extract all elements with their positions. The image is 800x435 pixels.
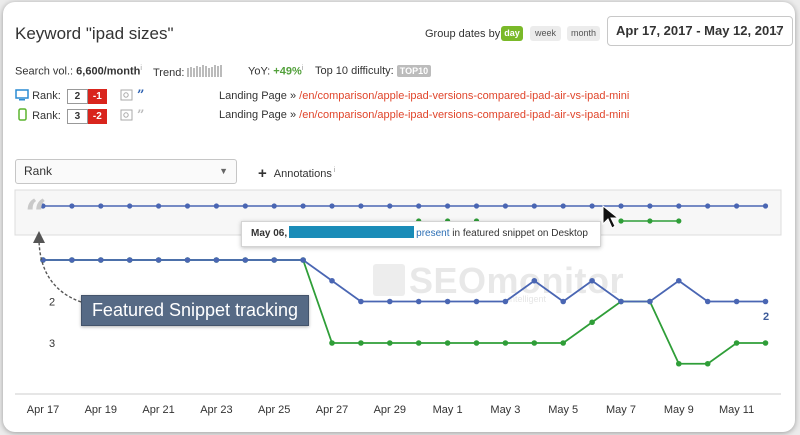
desktop-rank-point — [618, 298, 624, 305]
desktop-rank-point — [647, 298, 653, 305]
desktop-snippet-point — [705, 203, 711, 209]
mobile-rank-point — [531, 340, 538, 346]
desktop-snippet-point — [589, 203, 595, 209]
x-tick-label: May 11 — [719, 404, 754, 416]
desktop-rank-point — [473, 298, 480, 305]
keyword-panel: Keyword "ipad sizes" Group dates by: day… — [3, 2, 795, 432]
desktop-rank-point — [126, 257, 133, 263]
mobile-rank-point — [329, 340, 335, 346]
x-tick-label: Apr 19 — [85, 404, 117, 416]
desktop-snippet-point — [647, 203, 653, 209]
mobile-rank-point — [415, 340, 422, 346]
redacted-domain — [289, 226, 415, 238]
x-tick-label: Apr 23 — [200, 404, 232, 416]
x-tick-label: May 9 — [664, 404, 694, 416]
desktop-rank-point — [213, 257, 220, 263]
desktop-rank-point — [155, 257, 162, 263]
mobile-rank-point — [676, 360, 682, 367]
desktop-rank-point — [271, 257, 278, 263]
desktop-rank-point — [329, 277, 335, 284]
mobile-rank-point — [473, 340, 480, 346]
desktop-rank-point — [444, 298, 451, 305]
y-tick-label: 2 — [49, 297, 55, 309]
desktop-snippet-point — [358, 203, 364, 209]
desktop-snippet-point — [329, 203, 335, 209]
desktop-rank-point — [69, 257, 75, 263]
desktop-rank-point — [358, 298, 364, 305]
desktop-snippet-point — [156, 203, 162, 209]
desktop-snippet-point — [127, 203, 133, 209]
desktop-rank-point — [184, 257, 191, 263]
x-tick-label: Apr 25 — [258, 404, 290, 416]
desktop-snippet-point — [531, 203, 537, 209]
mobile-snippet-point — [647, 218, 653, 224]
desktop-snippet-point — [445, 203, 451, 209]
mobile-rank-point — [733, 340, 740, 346]
mobile-rank-point — [762, 340, 769, 346]
desktop-rank-point — [560, 298, 566, 305]
desktop-snippet-point — [676, 203, 682, 209]
mobile-rank-point — [589, 319, 595, 326]
desktop-rank-point — [531, 277, 538, 284]
x-tick-label: Apr 21 — [142, 404, 174, 416]
desktop-rank-point — [676, 277, 682, 284]
featured-snippet-tooltip: May 06, present in featured snippet on De… — [241, 221, 601, 247]
featured-snippet-quote-icon: “ — [25, 191, 47, 236]
desktop-end-label: 2 — [763, 311, 770, 323]
x-tick-label: May 7 — [606, 404, 636, 416]
x-tick-label: Apr 17 — [27, 404, 59, 416]
mobile-rank-point — [704, 360, 711, 367]
featured-snippet-callout: Featured Snippet tracking — [81, 295, 309, 326]
desktop-rank-point — [502, 298, 509, 305]
desktop-snippet-point — [300, 203, 306, 209]
desktop-rank-point — [415, 298, 422, 305]
x-tick-label: Apr 27 — [316, 404, 348, 416]
mouse-cursor-icon — [602, 204, 620, 229]
desktop-rank-point — [704, 298, 711, 305]
desktop-rank-point — [242, 257, 249, 263]
desktop-snippet-point — [473, 203, 480, 209]
desktop-rank-point — [300, 257, 306, 263]
desktop-rank-point — [98, 257, 104, 263]
desktop-snippet-point — [502, 203, 508, 209]
desktop-snippet-point — [387, 203, 393, 209]
desktop-snippet-point — [213, 203, 219, 209]
tooltip-date: May 06, — [251, 228, 288, 239]
desktop-snippet-point — [560, 203, 566, 209]
mobile-rank-point — [444, 340, 451, 346]
tooltip-link[interactable]: present — [416, 228, 449, 239]
desktop-snippet-point — [734, 203, 740, 209]
desktop-snippet-point — [184, 203, 191, 209]
mobile-rank-point — [502, 340, 509, 346]
desktop-snippet-point — [69, 203, 75, 209]
x-tick-label: May 3 — [490, 404, 520, 416]
y-tick-label: 3 — [49, 338, 55, 350]
desktop-rank-point — [589, 277, 595, 284]
desktop-snippet-point — [242, 203, 248, 209]
x-tick-label: May 5 — [548, 404, 578, 416]
mobile-rank-point — [358, 340, 364, 346]
x-tick-label: Apr 29 — [374, 404, 406, 416]
x-tick-label: May 1 — [433, 404, 463, 416]
desktop-snippet-point — [416, 203, 422, 209]
mobile-snippet-point — [676, 218, 682, 224]
tooltip-text: in featured snippet on Desktop — [452, 228, 588, 239]
rank-chart: Apr 17 Apr 19 Apr 21 Apr 23 Apr 25 Apr 27 Apr … — [14, 189, 782, 416]
desktop-snippet-point — [762, 203, 769, 209]
mobile-rank-point — [387, 340, 393, 346]
callout-arrow — [38, 237, 82, 303]
desktop-rank-point — [733, 298, 740, 305]
desktop-snippet-point — [271, 203, 277, 209]
desktop-snippet-point — [98, 203, 104, 209]
desktop-rank-point — [387, 298, 393, 305]
desktop-rank-point — [762, 298, 769, 305]
mobile-rank-point — [560, 340, 566, 346]
